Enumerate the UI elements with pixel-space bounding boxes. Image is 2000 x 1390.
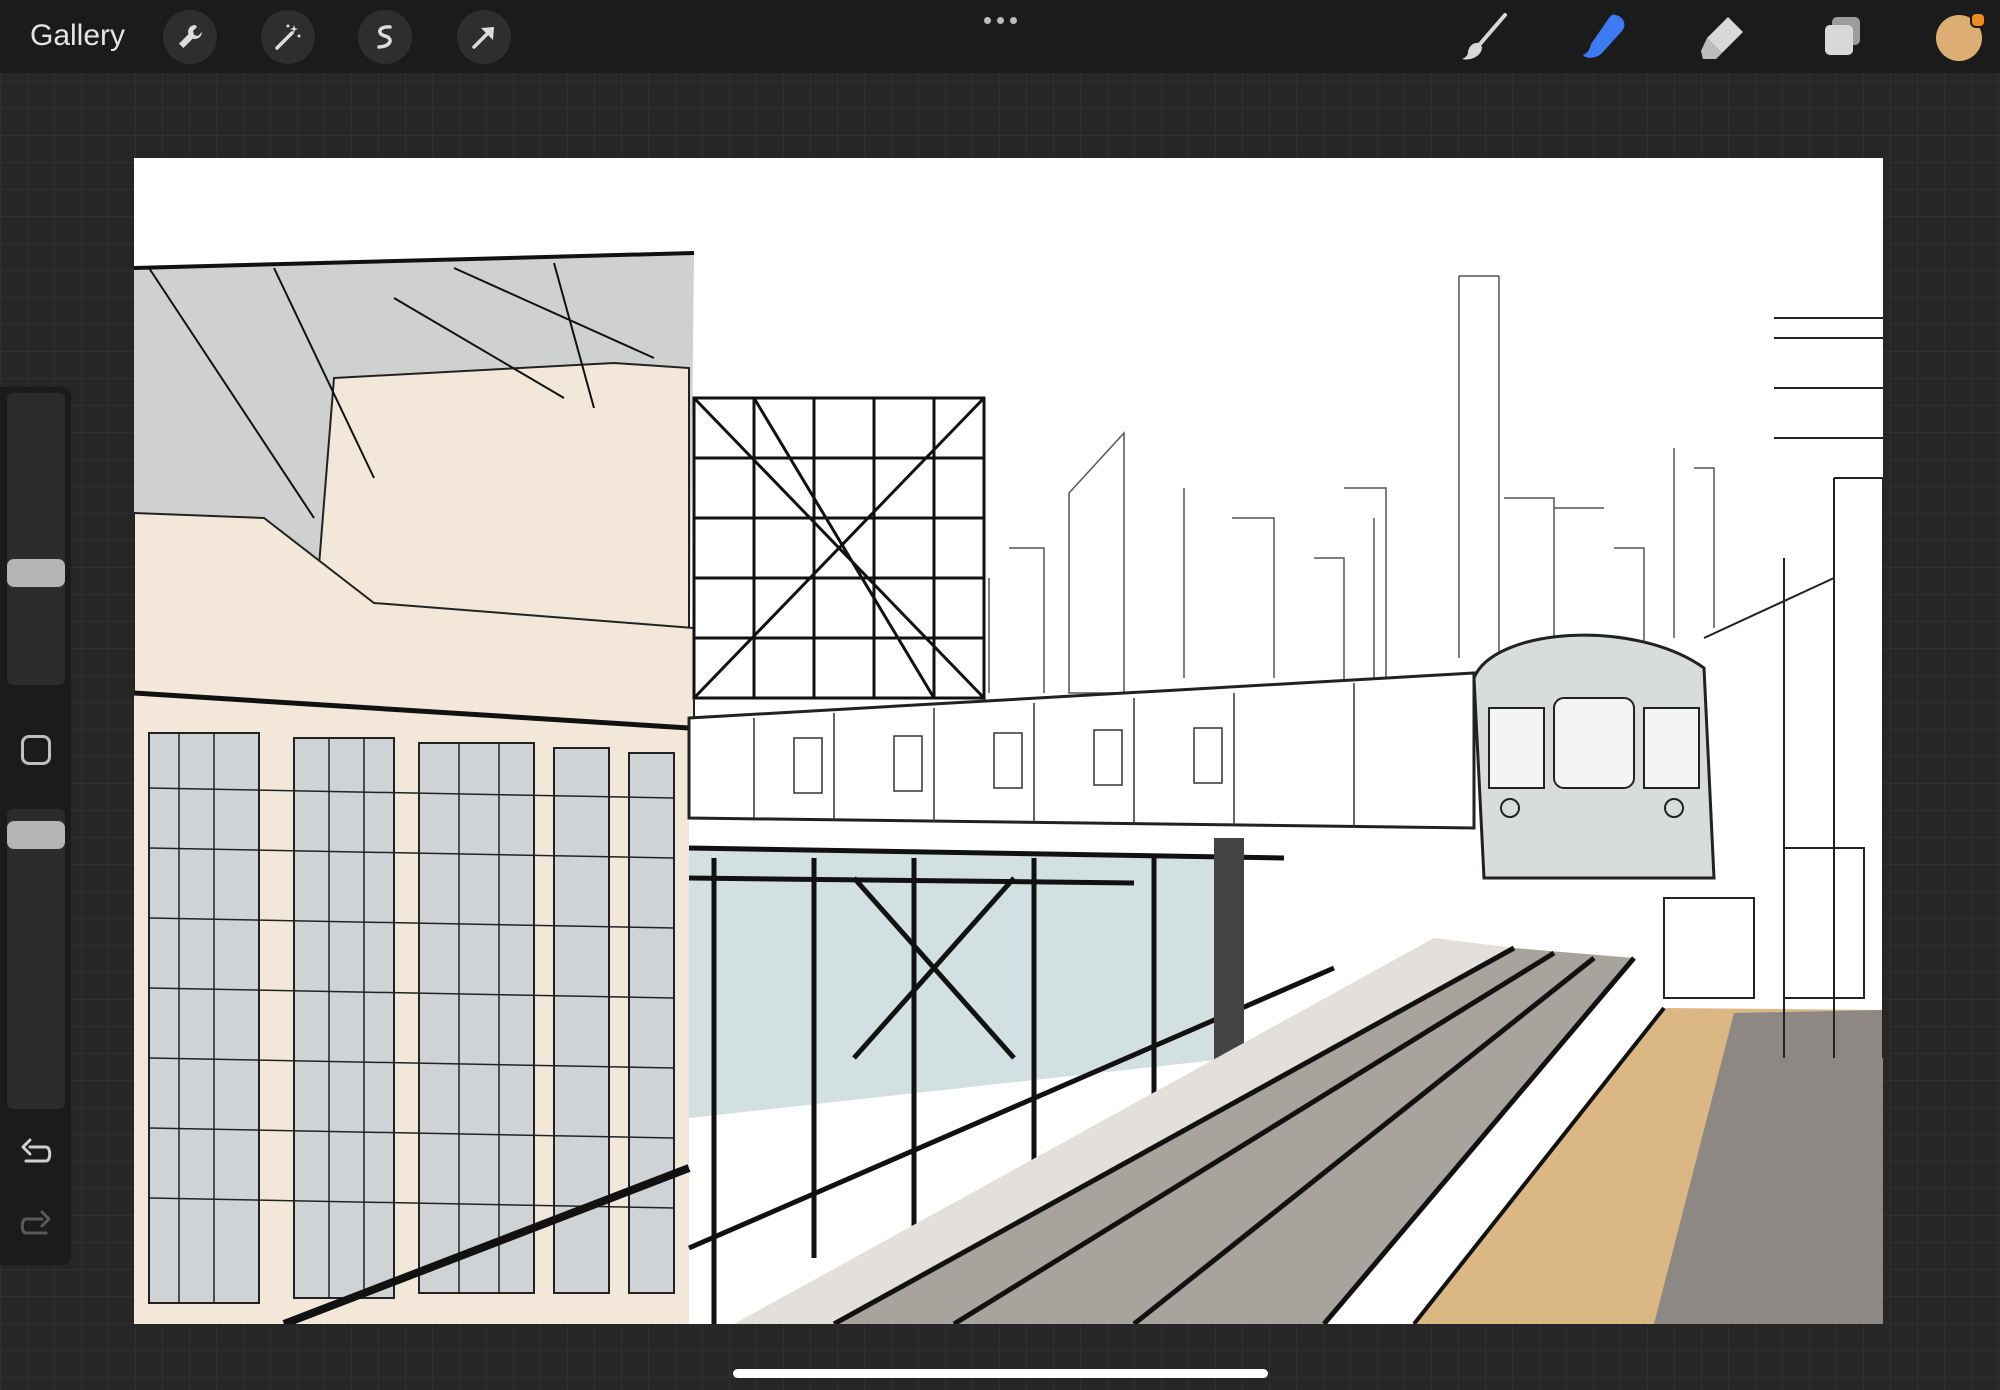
top-toolbar: Gallery <box>0 0 2000 73</box>
undo-icon[interactable] <box>18 1135 54 1171</box>
actions-button[interactable] <box>163 10 217 64</box>
selection-button[interactable] <box>358 10 412 64</box>
warehouse-building <box>134 251 695 1324</box>
opacity-thumb[interactable] <box>7 821 65 849</box>
wrench-icon <box>179 25 202 48</box>
brush-icon <box>1462 13 1507 60</box>
transform-arrow-icon <box>472 27 494 49</box>
city-skyline <box>988 275 1715 694</box>
eraser-icon <box>1701 17 1743 59</box>
smudge-icon <box>1583 14 1625 58</box>
more-options-icon[interactable] <box>979 10 1021 30</box>
gallery-button[interactable]: Gallery <box>30 18 125 54</box>
redo-icon[interactable] <box>18 1207 54 1243</box>
layers-button[interactable] <box>1813 8 1871 66</box>
drawing-canvas[interactable] <box>134 158 1883 1324</box>
opacity-slider[interactable] <box>7 809 65 1109</box>
dot <box>1009 16 1017 24</box>
magic-wand-icon <box>275 24 301 50</box>
brush-size-thumb[interactable] <box>7 559 65 587</box>
modify-button[interactable] <box>21 735 51 765</box>
transform-button[interactable] <box>457 10 511 64</box>
billboard-scaffold <box>692 396 986 700</box>
eraser-tool-button[interactable] <box>1694 8 1752 66</box>
adjustments-button[interactable] <box>261 10 315 64</box>
layers-icon <box>1825 17 1860 55</box>
smudge-tool-button[interactable] <box>1575 8 1633 66</box>
artwork <box>134 251 1883 1324</box>
subway-train <box>687 633 1716 880</box>
brush-size-slider[interactable] <box>7 393 65 685</box>
home-indicator[interactable] <box>733 1369 1268 1378</box>
paint-tool-button[interactable] <box>1455 8 1513 66</box>
color-indicator-dot <box>1970 12 1986 28</box>
left-sidebar <box>0 387 71 1265</box>
selection-icon <box>377 25 392 49</box>
dot <box>996 16 1004 24</box>
dot <box>983 16 991 24</box>
